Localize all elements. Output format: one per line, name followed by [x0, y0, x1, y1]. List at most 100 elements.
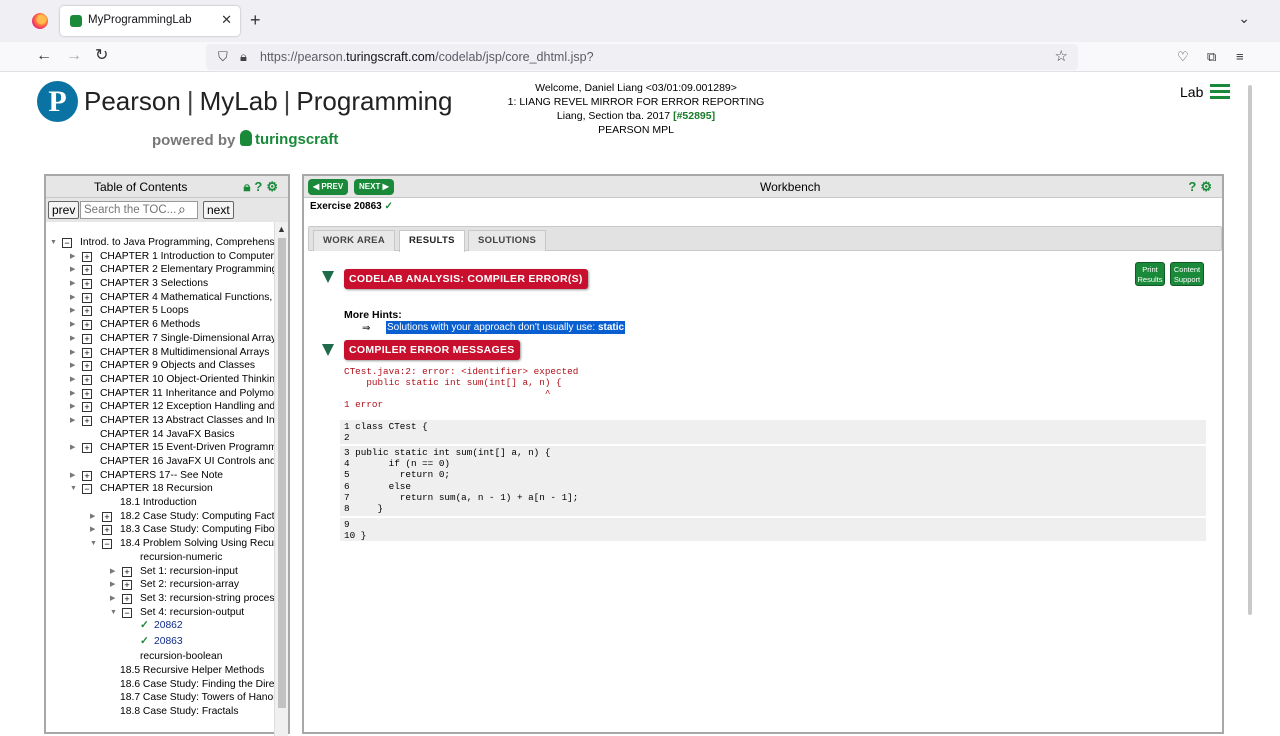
expanded-arrow-icon[interactable]: ▼: [90, 537, 97, 551]
collapsed-arrow-icon[interactable]: ▶: [70, 414, 75, 428]
toc-scrollbar[interactable]: ▲: [274, 222, 288, 736]
toc-item-label[interactable]: 18.1 Introduction: [120, 496, 197, 510]
content-support-button[interactable]: Content Support: [1170, 262, 1204, 286]
toc-item-label[interactable]: CHAPTER 12 Exception Handling and Text I…: [100, 400, 274, 414]
help-icon[interactable]: ?: [254, 179, 266, 194]
toc-exercise-link[interactable]: ✓ 20863: [46, 635, 274, 651]
collapsed-arrow-icon[interactable]: ▶: [70, 400, 75, 414]
toc-item-label[interactable]: Set 2: recursion-array: [140, 578, 239, 592]
scroll-up-icon[interactable]: ▲: [277, 224, 286, 234]
toc-item[interactable]: recursion-boolean: [46, 650, 274, 664]
toc-item-label[interactable]: recursion-boolean: [140, 650, 222, 664]
collapsed-arrow-icon[interactable]: ▶: [70, 441, 75, 455]
toc-item-label[interactable]: CHAPTER 2 Elementary Programming: [100, 263, 274, 277]
toc-item[interactable]: ▶ + CHAPTER 13 Abstract Classes and Interf…: [46, 414, 274, 428]
toc-item[interactable]: ▶ + CHAPTER 6 Methods: [46, 318, 274, 332]
tab-work-area[interactable]: WORK AREA: [313, 230, 395, 251]
toc-item-label[interactable]: CHAPTER 15 Event-Driven Programming and …: [100, 441, 274, 455]
toc-item-label[interactable]: 18.2 Case Study: Computing Factorials: [120, 510, 274, 524]
toc-item[interactable]: CHAPTER 14 JavaFX Basics: [46, 428, 274, 442]
url-bar[interactable]: ⛉ 🔒︎ https://pearson.turingscraft.com/co…: [206, 44, 1078, 70]
expand-icon[interactable]: +: [82, 347, 92, 358]
collapse-icon[interactable]: −: [102, 539, 112, 550]
toc-item-label[interactable]: CHAPTER 8 Multidimensional Arrays: [100, 346, 269, 360]
new-tab-button[interactable]: +: [250, 10, 261, 30]
collapse-triangle-icon[interactable]: [322, 344, 334, 356]
collapse-icon[interactable]: −: [82, 484, 92, 495]
toc-item[interactable]: ▶ + CHAPTERS 17-- See Note: [46, 469, 274, 483]
toc-item[interactable]: 18.7 Case Study: Towers of Hanoi: [46, 691, 274, 705]
expanded-arrow-icon[interactable]: ▼: [110, 606, 117, 620]
toc-item-label[interactable]: CHAPTER 10 Object-Oriented Thinking: [100, 373, 274, 387]
collapsed-arrow-icon[interactable]: ▶: [110, 578, 115, 592]
toc-item-label[interactable]: Set 1: recursion-input: [140, 565, 238, 579]
expand-icon[interactable]: +: [82, 374, 92, 385]
prev-exercise-button[interactable]: ◀ PREV: [308, 179, 349, 195]
url-text[interactable]: https://pearson.turingscraft.com/codelab…: [260, 50, 594, 64]
search-icon[interactable]: ⌕: [178, 201, 186, 218]
toc-item-label[interactable]: 18.4 Problem Solving Using Recursion: [120, 537, 274, 551]
collapsed-arrow-icon[interactable]: ▶: [70, 359, 75, 373]
app-menu-icon[interactable]: ≡: [1236, 48, 1244, 66]
expand-icon[interactable]: +: [82, 292, 92, 303]
toc-item-label[interactable]: CHAPTER 9 Objects and Classes: [100, 359, 255, 373]
collapsed-arrow-icon[interactable]: ▶: [70, 291, 75, 305]
toc-item-label[interactable]: CHAPTER 11 Inheritance and Polymorphism: [100, 387, 274, 401]
expand-icon[interactable]: +: [102, 511, 112, 522]
chevron-down-icon[interactable]: ⌄: [1238, 10, 1250, 27]
toc-item-label[interactable]: CHAPTERS 17-- See Note: [100, 469, 223, 483]
extensions-icon[interactable]: ⧉: [1207, 48, 1216, 66]
toc-item-label[interactable]: CHAPTER 6 Methods: [100, 318, 200, 332]
toc-item-label[interactable]: CHAPTER 7 Single-Dimensional Arrays: [100, 332, 274, 346]
lock-icon[interactable]: 🔒︎: [240, 49, 247, 65]
toc-item[interactable]: ▶ + CHAPTER 3 Selections: [46, 277, 274, 291]
toc-item[interactable]: CHAPTER 16 JavaFX UI Controls and Multim…: [46, 455, 274, 469]
toc-item-label[interactable]: Set 3: recursion-string processing: [140, 592, 274, 606]
expand-icon[interactable]: +: [82, 320, 92, 331]
toc-item[interactable]: ▼−18.4 Problem Solving Using Recursion: [46, 537, 274, 551]
expand-icon[interactable]: +: [82, 333, 92, 344]
gear-icon[interactable]: ⚙: [1200, 179, 1216, 194]
toc-item[interactable]: ▶ + Set 3: recursion-string processing: [46, 592, 274, 606]
expand-icon[interactable]: +: [82, 443, 92, 454]
toc-item[interactable]: ▶ + CHAPTER 1 Introduction to Computers, P…: [46, 250, 274, 264]
browser-tab[interactable]: MyProgrammingLab ✕: [60, 6, 240, 36]
lab-label[interactable]: Lab: [1180, 84, 1203, 100]
collapsed-arrow-icon[interactable]: ▶: [70, 387, 75, 401]
expand-icon[interactable]: +: [82, 251, 92, 262]
collapse-icon[interactable]: −: [122, 607, 132, 618]
toc-item[interactable]: ▶ +18.3 Case Study: Computing Fibonacci N…: [46, 523, 274, 537]
expanded-arrow-icon[interactable]: ▼: [70, 482, 77, 496]
collapsed-arrow-icon[interactable]: ▶: [70, 318, 75, 332]
collapse-triangle-icon[interactable]: [322, 271, 334, 283]
toc-item[interactable]: ▶ + CHAPTER 5 Loops: [46, 304, 274, 318]
toc-item[interactable]: ▶ + CHAPTER 2 Elementary Programming: [46, 263, 274, 277]
toc-item[interactable]: 18.1 Introduction: [46, 496, 274, 510]
toc-item-label[interactable]: CHAPTER 14 JavaFX Basics: [100, 428, 234, 442]
expand-icon[interactable]: +: [82, 388, 92, 399]
toc-item-label[interactable]: CHAPTER 13 Abstract Classes and Interfac…: [100, 414, 274, 428]
expand-icon[interactable]: +: [122, 566, 132, 577]
expand-icon[interactable]: +: [122, 580, 132, 591]
expand-icon[interactable]: +: [122, 593, 132, 604]
toc-item-label[interactable]: CHAPTER 4 Mathematical Functions, Charac…: [100, 291, 274, 305]
toc-item[interactable]: 18.8 Case Study: Fractals: [46, 705, 274, 719]
collapsed-arrow-icon[interactable]: ▶: [70, 469, 75, 483]
star-icon[interactable]: ☆: [1055, 47, 1068, 65]
collapse-icon[interactable]: −: [62, 238, 72, 248]
toc-item[interactable]: ▶ +18.2 Case Study: Computing Factorials: [46, 510, 274, 524]
toc-item-label[interactable]: 20863: [154, 635, 183, 649]
collapsed-arrow-icon[interactable]: ▶: [70, 346, 75, 360]
collapsed-arrow-icon[interactable]: ▶: [70, 277, 75, 291]
section-id[interactable]: [#52895]: [673, 110, 715, 122]
toc-item[interactable]: ▶ + CHAPTER 11 Inheritance and Polymorphis…: [46, 387, 274, 401]
toc-item[interactable]: recursion-numeric: [46, 551, 274, 565]
help-icon[interactable]: ?: [1188, 179, 1200, 194]
shield-icon[interactable]: ⛉: [218, 49, 228, 65]
collapsed-arrow-icon[interactable]: ▶: [70, 263, 75, 277]
tab-close-icon[interactable]: ✕: [221, 12, 232, 28]
toc-scroll-thumb[interactable]: [278, 238, 286, 708]
print-results-button[interactable]: Print Results: [1135, 262, 1165, 286]
toc-item[interactable]: ▶ + CHAPTER 15 Event-Driven Programming an…: [46, 441, 274, 455]
toc-item[interactable]: ▶ + Set 2: recursion-array: [46, 578, 274, 592]
